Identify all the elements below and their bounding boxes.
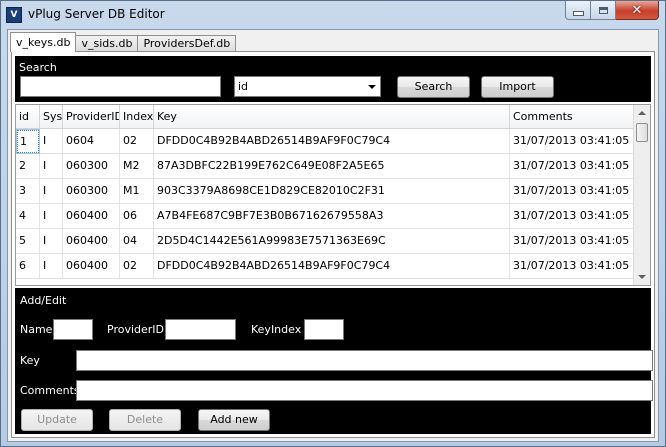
table-row[interactable]: 1 I 0604 02 DFDD0C4B92B4ABD26514B9AF9F0C… — [16, 129, 634, 154]
maximize-button[interactable] — [591, 1, 616, 20]
tab-v-sids-db[interactable]: v_sids.db — [75, 35, 139, 52]
cell-comments[interactable]: 31/07/2013 03:41:05 — [510, 229, 634, 254]
cell-id[interactable]: 4 — [16, 204, 40, 229]
cell-comments[interactable]: 31/07/2013 03:41:05 — [510, 254, 634, 279]
cell-providerid[interactable]: 060300 — [63, 179, 120, 204]
table-row[interactable]: 4 I 060400 06 A7B4FE687C9BF7E3B0B6716267… — [16, 204, 634, 229]
maximize-icon — [598, 6, 608, 14]
cell-sys[interactable]: I — [40, 254, 63, 279]
keyindex-field[interactable] — [304, 319, 344, 340]
cell-comments[interactable]: 31/07/2013 03:41:05 — [510, 154, 634, 179]
search-field-value: id — [238, 80, 249, 93]
name-label: Name — [20, 323, 53, 336]
client-area: v_keys.db v_sids.db ProvidersDef.db Sear… — [7, 29, 659, 442]
search-section-label: Search — [19, 61, 57, 74]
cell-key[interactable]: DFDD0C4B92B4ABD26514B9AF9F0C79C4 — [154, 129, 510, 154]
add-edit-section-label: Add/Edit — [20, 294, 67, 307]
search-field-select[interactable]: id — [234, 76, 381, 97]
key-label: Key — [20, 354, 40, 367]
search-input[interactable] — [20, 76, 221, 97]
cell-key[interactable]: 2D5D4C1442E561A99983E7571363E69C — [154, 229, 510, 254]
keys-grid[interactable]: id Sys ProviderID Index Key Comments 1 I… — [15, 104, 651, 286]
cell-index[interactable]: 02 — [120, 129, 154, 154]
tab-panel: Search id Search Import id Sys ProviderI… — [11, 51, 655, 438]
add-new-button[interactable]: Add new — [198, 409, 270, 431]
main-window: V vPlug Server DB Editor ✕ v_keys.db v_s… — [0, 0, 666, 447]
comments-label: Comments — [20, 384, 80, 397]
scroll-thumb[interactable] — [636, 123, 648, 142]
cell-providerid[interactable]: 060400 — [63, 254, 120, 279]
tab-strip: v_keys.db v_sids.db ProvidersDef.db — [10, 32, 237, 52]
table-row[interactable]: 2 I 060300 M2 87A3DBFC22B199E762C649E08F… — [16, 154, 634, 179]
cell-id[interactable]: 5 — [16, 229, 40, 254]
name-field[interactable] — [53, 319, 93, 340]
cell-providerid[interactable]: 060400 — [63, 229, 120, 254]
tab-v-keys-db[interactable]: v_keys.db — [10, 32, 77, 52]
column-header-id[interactable]: id — [16, 105, 40, 129]
column-header-providerid[interactable]: ProviderID — [63, 105, 120, 129]
search-section: Search id Search Import — [15, 56, 651, 102]
add-edit-section: Add/Edit Name ProviderID KeyIndex Key Co… — [15, 288, 653, 434]
cell-providerid[interactable]: 060300 — [63, 154, 120, 179]
cell-id[interactable]: 3 — [16, 179, 40, 204]
scroll-up-icon[interactable] — [638, 111, 646, 115]
cell-index[interactable]: 04 — [120, 229, 154, 254]
minimize-icon — [572, 10, 584, 16]
cell-key[interactable]: DFDD0C4B92B4ABD26514B9AF9F0C79C4 — [154, 254, 510, 279]
providerid-field[interactable] — [165, 319, 236, 340]
close-icon: ✕ — [631, 2, 643, 18]
cell-sys[interactable]: I — [40, 129, 63, 154]
cell-index[interactable]: 06 — [120, 204, 154, 229]
cell-key[interactable]: A7B4FE687C9BF7E3B0B67162679558A3 — [154, 204, 510, 229]
cell-id[interactable]: 2 — [16, 154, 40, 179]
cell-sys[interactable]: I — [40, 204, 63, 229]
close-button[interactable]: ✕ — [616, 1, 659, 20]
window-controls: ✕ — [565, 1, 659, 20]
cell-index[interactable]: M2 — [120, 154, 154, 179]
import-button[interactable]: Import — [481, 76, 554, 98]
app-logo-icon: V — [6, 7, 22, 23]
chevron-down-icon — [368, 85, 376, 89]
cell-index[interactable]: 02 — [120, 254, 154, 279]
delete-button[interactable]: Delete — [109, 409, 181, 431]
grid-rows: 1 I 0604 02 DFDD0C4B92B4ABD26514B9AF9F0C… — [16, 129, 634, 279]
tab-providersdef-db[interactable]: ProvidersDef.db — [137, 35, 237, 52]
search-button[interactable]: Search — [397, 76, 470, 98]
cell-sys[interactable]: I — [40, 229, 63, 254]
column-header-index[interactable]: Index — [120, 105, 154, 129]
cell-comments[interactable]: 31/07/2013 03:41:05 — [510, 129, 634, 154]
cell-providerid[interactable]: 060400 — [63, 204, 120, 229]
cell-sys[interactable]: I — [40, 179, 63, 204]
column-header-key[interactable]: Key — [154, 105, 510, 129]
cell-key[interactable]: 903C3379A8698CE1D829CE82010C2F31 — [154, 179, 510, 204]
cell-comments[interactable]: 31/07/2013 03:41:05 — [510, 204, 634, 229]
cell-id[interactable]: 6 — [16, 254, 40, 279]
cell-sys[interactable]: I — [40, 154, 63, 179]
cell-providerid[interactable]: 0604 — [63, 129, 120, 154]
column-header-sys[interactable]: Sys — [40, 105, 63, 129]
table-row[interactable]: 6 I 060400 02 DFDD0C4B92B4ABD26514B9AF9F… — [16, 254, 634, 279]
grid-vertical-scrollbar[interactable] — [633, 105, 650, 285]
comments-field[interactable] — [76, 380, 653, 401]
grid-header: id Sys ProviderID Index Key Comments — [16, 105, 634, 129]
keyindex-label: KeyIndex — [251, 323, 302, 336]
column-header-comments[interactable]: Comments — [510, 105, 634, 129]
title-bar[interactable]: V vPlug Server DB Editor ✕ — [1, 1, 665, 29]
minimize-button[interactable] — [565, 1, 591, 20]
window-title: vPlug Server DB Editor — [28, 7, 165, 21]
cell-id[interactable]: 1 — [16, 129, 40, 154]
table-row[interactable]: 5 I 060400 04 2D5D4C1442E561A99983E75713… — [16, 229, 634, 254]
table-row[interactable]: 3 I 060300 M1 903C3379A8698CE1D829CE8201… — [16, 179, 634, 204]
cell-index[interactable]: M1 — [120, 179, 154, 204]
scroll-down-icon[interactable] — [638, 275, 646, 279]
update-button[interactable]: Update — [21, 409, 93, 431]
key-field[interactable] — [76, 350, 653, 371]
providerid-label: ProviderID — [107, 323, 165, 336]
cell-comments[interactable]: 31/07/2013 03:41:05 — [510, 179, 634, 204]
cell-key[interactable]: 87A3DBFC22B199E762C649E08F2A5E65 — [154, 154, 510, 179]
